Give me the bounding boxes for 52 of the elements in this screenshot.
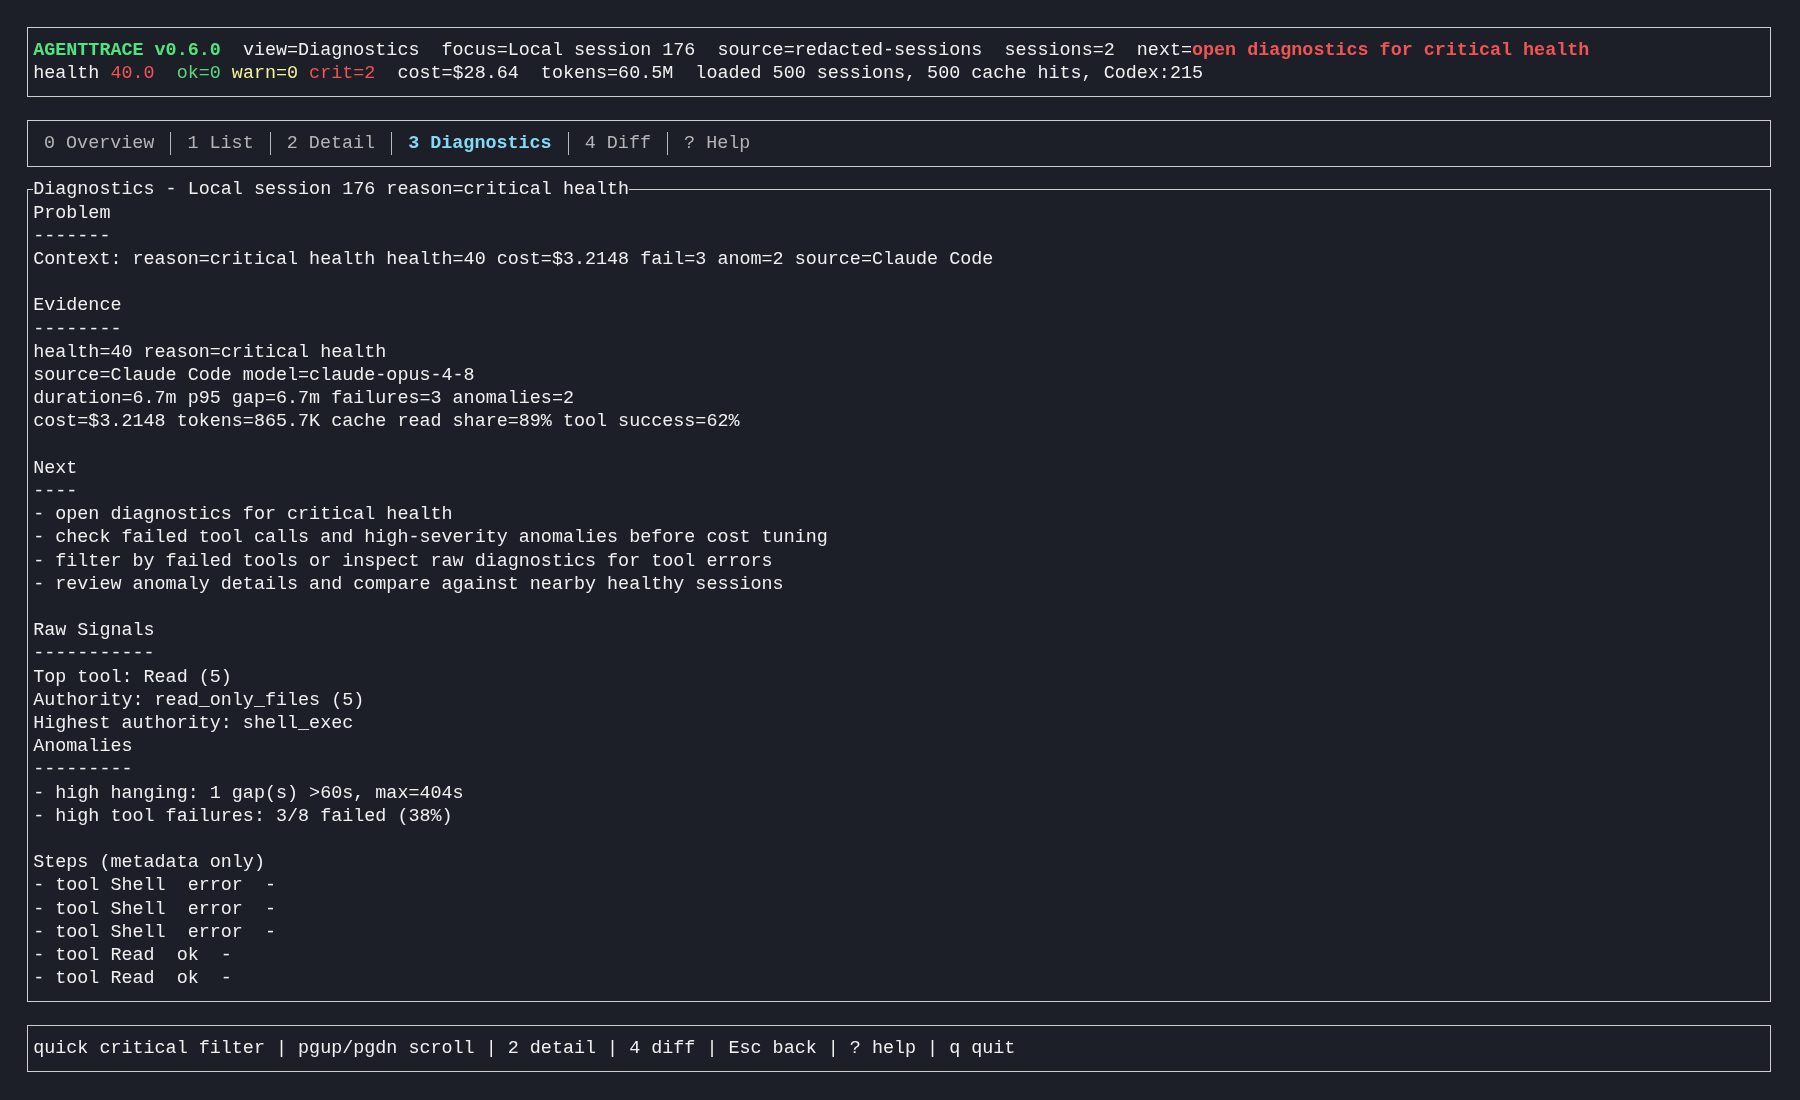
heading-underline: ------- (33, 224, 111, 248)
app-title: AGENTTRACE v0.6.0 (33, 39, 221, 63)
section-line: Context: reason=critical health health=40 cost=$3.2148 fail=3 anom=2 source=Claude Code (33, 248, 994, 272)
tab[interactable]: ? Help (684, 132, 751, 156)
section-line: - tool Shell error - (33, 920, 276, 945)
section-line: duration=6.7m p95 gap=6.7m failures=3 anomalies=2 (33, 387, 574, 411)
key-hints: quick critical filter | pgup/pgdn scroll | 2 detail | 4 diff | Esc back | ? help | q quit (33, 1036, 1016, 1061)
heading-underline: -------- (33, 317, 122, 341)
section-line: - review anomaly details and compare against nearby healthy sessions (33, 572, 784, 596)
heading-underline: ---- (33, 480, 78, 504)
section-heading: Raw Signals (33, 619, 155, 643)
status-field: view=Diagnostics (242, 39, 420, 63)
section-line: - tool Shell error - (33, 897, 276, 921)
status-item: tokens=60.5M (540, 62, 674, 86)
tab[interactable]: 1 List (187, 132, 254, 156)
section-line: health=40 reason=critical health (33, 340, 387, 364)
status-item: cost=$28.64 (397, 62, 519, 86)
section-line: - check failed tool calls and high-severity anomalies before cost tuning (33, 526, 828, 550)
section-line: - tool Read ok - (33, 967, 232, 991)
status-field: source=redacted-sessions (717, 39, 983, 63)
tab[interactable]: 0 Overview (44, 132, 155, 156)
next-action: next=open diagnostics for critical health (1136, 39, 1590, 63)
status-item: loaded 500 sessions, 500 cache hits, Codex:215 (695, 62, 1203, 86)
panel-title: Diagnostics - Local session 176 reason=critical health (33, 178, 630, 202)
status-item: ok=0 (176, 62, 221, 86)
status-item: warn=0 (231, 62, 299, 86)
section-line: source=Claude Code model=claude-opus-4-8 (33, 364, 475, 388)
section-line: - high tool failures: 3/8 failed (38%) (33, 804, 453, 829)
section-line: - tool Shell error - (33, 874, 276, 898)
status-field: focus=Local session 176 (441, 39, 696, 63)
section-heading: Evidence (33, 294, 122, 318)
status-field: sessions=2 (1004, 39, 1115, 63)
status-item: health (33, 62, 100, 86)
section-heading: Next (33, 456, 78, 480)
section-line: - open diagnostics for critical health (33, 503, 453, 527)
section-heading: Steps (metadata only) (33, 851, 265, 875)
section-line: Top tool: Read (5) (33, 665, 232, 689)
tab[interactable]: 2 Detail (286, 132, 376, 156)
section-heading: Problem (33, 201, 111, 225)
heading-underline: ----------- (33, 642, 155, 666)
tab[interactable]: 4 Diff (584, 132, 651, 156)
section-line: - filter by failed tools or inspect raw diagnostics for tool errors (33, 549, 773, 573)
status-item: 40.0 (110, 62, 155, 86)
tab[interactable]: 3 Diagnostics (408, 132, 552, 156)
section-line: Highest authority: shell_exec (33, 712, 354, 736)
section-line: Authority: read_only_files (5) (33, 688, 365, 712)
section-line: - high hanging: 1 gap(s) >60s, max=404s (33, 781, 464, 805)
section-heading: Anomalies (33, 735, 133, 759)
heading-underline: --------- (33, 758, 133, 782)
section-line: cost=$3.2148 tokens=865.7K cache read share=89% tool success=62% (33, 410, 740, 434)
section-line: - tool Read ok - (33, 944, 232, 968)
status-item: crit=2 (309, 62, 376, 86)
